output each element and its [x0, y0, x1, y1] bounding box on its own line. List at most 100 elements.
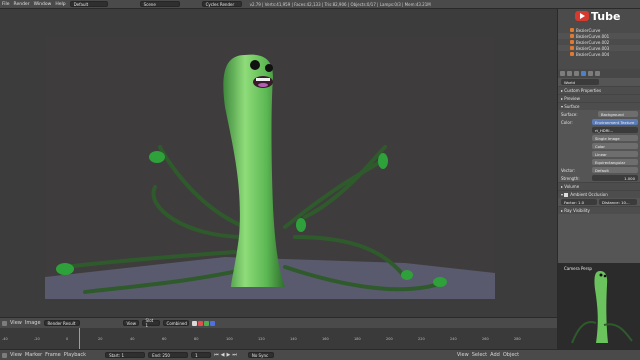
properties-editor[interactable]: World ▸ Custom Properties ▸ Preview ▾ Su… — [558, 78, 640, 263]
preview-view-menu[interactable]: View — [457, 352, 469, 358]
surface-selector[interactable]: Background — [598, 111, 638, 117]
channel-rgb-icon[interactable] — [191, 320, 197, 326]
ao-factor-field[interactable]: Factor: 1.0 — [561, 199, 597, 205]
menu-file[interactable]: File — [2, 2, 10, 7]
timeline[interactable]: -40 -20 0 20 40 60 80 100 120 140 160 18… — [0, 328, 557, 349]
scene-name: Scene — [143, 1, 156, 7]
panel-surface[interactable]: ▾ Surface — [558, 102, 640, 110]
world-datablock[interactable]: World — [561, 79, 599, 85]
play-reverse-icon[interactable]: ◀ — [221, 352, 225, 358]
world-tab-icon[interactable] — [581, 71, 586, 76]
viewport-preview[interactable]: Camera Persp — [558, 263, 640, 349]
timeline-tick: 60 — [162, 337, 167, 341]
editor-type-icon[interactable] — [2, 320, 7, 326]
preview-add-menu[interactable]: Add — [490, 352, 500, 358]
image-value: rt_HDRI... — [595, 127, 614, 133]
channel-b-icon[interactable] — [209, 320, 215, 326]
timeline-header: View Marker Frame Playback Start: 1 End:… — [0, 349, 640, 360]
projection-selector[interactable]: Equirectangular — [592, 159, 638, 165]
start-frame-field[interactable]: Start: 1 — [105, 352, 146, 358]
image-datablock[interactable]: rt_HDRI... — [592, 127, 638, 133]
ao-distance-value: Distance: 10... — [602, 199, 630, 205]
layers-tab-icon[interactable] — [567, 71, 572, 76]
outliner-item[interactable]: BezierCurve.004 — [558, 51, 640, 57]
color-node-selector[interactable]: Environment Texture — [592, 119, 638, 125]
end-label: End: — [152, 352, 162, 358]
timeline-tick: 260 — [482, 337, 489, 341]
render-tab-icon[interactable] — [560, 71, 565, 76]
timeline-tick: 160 — [322, 337, 329, 341]
menu-view[interactable]: View — [10, 320, 22, 326]
interpolation-selector[interactable]: Linear — [592, 151, 638, 157]
modifier-tab-icon[interactable] — [595, 71, 600, 76]
channel-buttons — [191, 320, 215, 326]
layout-name: Default — [73, 1, 89, 7]
properties-tabs — [558, 69, 640, 78]
menu-playback[interactable]: Playback — [64, 352, 86, 358]
image-selector[interactable]: Render Result — [43, 320, 80, 326]
strength-field[interactable]: 1.000 — [592, 175, 638, 181]
surface-label: Surface: — [561, 111, 578, 117]
slot-name: Slot 1 — [145, 318, 154, 328]
panel-title: Ambient Occlusion — [570, 192, 608, 197]
render-engine-selector[interactable]: Cycles Render — [201, 1, 242, 7]
scene-selector[interactable]: Scene — [139, 1, 180, 7]
right-panel: BezierCurve BezierCurve.001 BezierCurve.… — [557, 9, 640, 349]
play-icon[interactable]: ▶ — [226, 352, 230, 358]
timeline-tick: -20 — [34, 337, 40, 341]
channel-g-icon[interactable] — [203, 320, 209, 326]
scene-tab-icon[interactable] — [574, 71, 579, 76]
editor-type-icon[interactable] — [2, 352, 7, 358]
current-frame-line[interactable] — [79, 328, 80, 349]
view-name: View — [126, 320, 137, 326]
ao-distance-field[interactable]: Distance: 10... — [599, 199, 637, 205]
channel-r-icon[interactable] — [197, 320, 203, 326]
menu-marker[interactable]: Marker — [25, 352, 42, 358]
creature-eye-right — [265, 64, 273, 72]
surface-row: Surface: Background — [558, 110, 640, 118]
ao-row: Factor: 1.0 Distance: 10... — [558, 198, 640, 206]
preview-select-menu[interactable]: Select — [472, 352, 487, 358]
menu-image[interactable]: Image — [25, 320, 41, 326]
checkbox-icon[interactable] — [564, 192, 569, 197]
world-name: World — [564, 79, 575, 85]
ao-factor-value: Factor: 1.0 — [564, 199, 585, 205]
jump-end-icon[interactable]: ⏭ — [232, 352, 237, 358]
strength-row: Strength: 1.000 — [558, 174, 640, 182]
panel-volume[interactable]: ▸ Volume — [558, 182, 640, 190]
panel-title: Custom Properties — [564, 88, 602, 93]
menu-frame[interactable]: Frame — [45, 352, 61, 358]
panel-ambient-occlusion[interactable]: ▾ Ambient Occlusion — [558, 190, 640, 198]
menu-help[interactable]: Help — [55, 2, 65, 7]
view-selector[interactable]: View — [122, 320, 139, 326]
creature-render — [45, 54, 495, 299]
panel-preview[interactable]: ▸ Preview — [558, 94, 640, 102]
layout-selector[interactable]: Default — [69, 1, 108, 7]
viewport-label: Camera Persp — [564, 266, 592, 271]
panel-title: Volume — [564, 184, 580, 189]
preview-object-menu[interactable]: Object — [503, 352, 519, 358]
image-editor-header: View Image Render Result View Slot 1 Com… — [0, 317, 557, 328]
source-value: Single Image — [595, 135, 620, 141]
sync-selector[interactable]: No Sync — [247, 352, 274, 358]
end-value: 250 — [162, 352, 170, 358]
colorspace-selector[interactable]: Color — [592, 143, 638, 149]
source-selector[interactable]: Single Image — [592, 135, 638, 141]
panel-custom-properties[interactable]: ▸ Custom Properties — [558, 86, 640, 94]
image-editor[interactable] — [0, 9, 557, 317]
slot-selector[interactable]: Slot 1 — [141, 318, 160, 328]
start-label: Start: — [109, 352, 121, 358]
info-header: File Render Window Help Default Scene Cy… — [0, 0, 640, 9]
jump-start-icon[interactable]: ⏮ — [214, 352, 219, 358]
current-frame-field[interactable]: 1 — [191, 352, 212, 358]
menu-render[interactable]: Render — [14, 2, 30, 7]
end-frame-field[interactable]: End: 250 — [148, 352, 189, 358]
menu-window[interactable]: Window — [34, 2, 52, 7]
panel-ray-visibility[interactable]: ▸ Ray Visibility — [558, 206, 640, 214]
pass-selector[interactable]: Combined — [162, 320, 189, 326]
object-tab-icon[interactable] — [588, 71, 593, 76]
vector-selector[interactable]: Default — [592, 167, 638, 173]
outliner-item-label: BezierCurve.001 — [576, 33, 610, 39]
strength-label: Strength: — [561, 175, 580, 181]
menu-view[interactable]: View — [10, 352, 22, 358]
